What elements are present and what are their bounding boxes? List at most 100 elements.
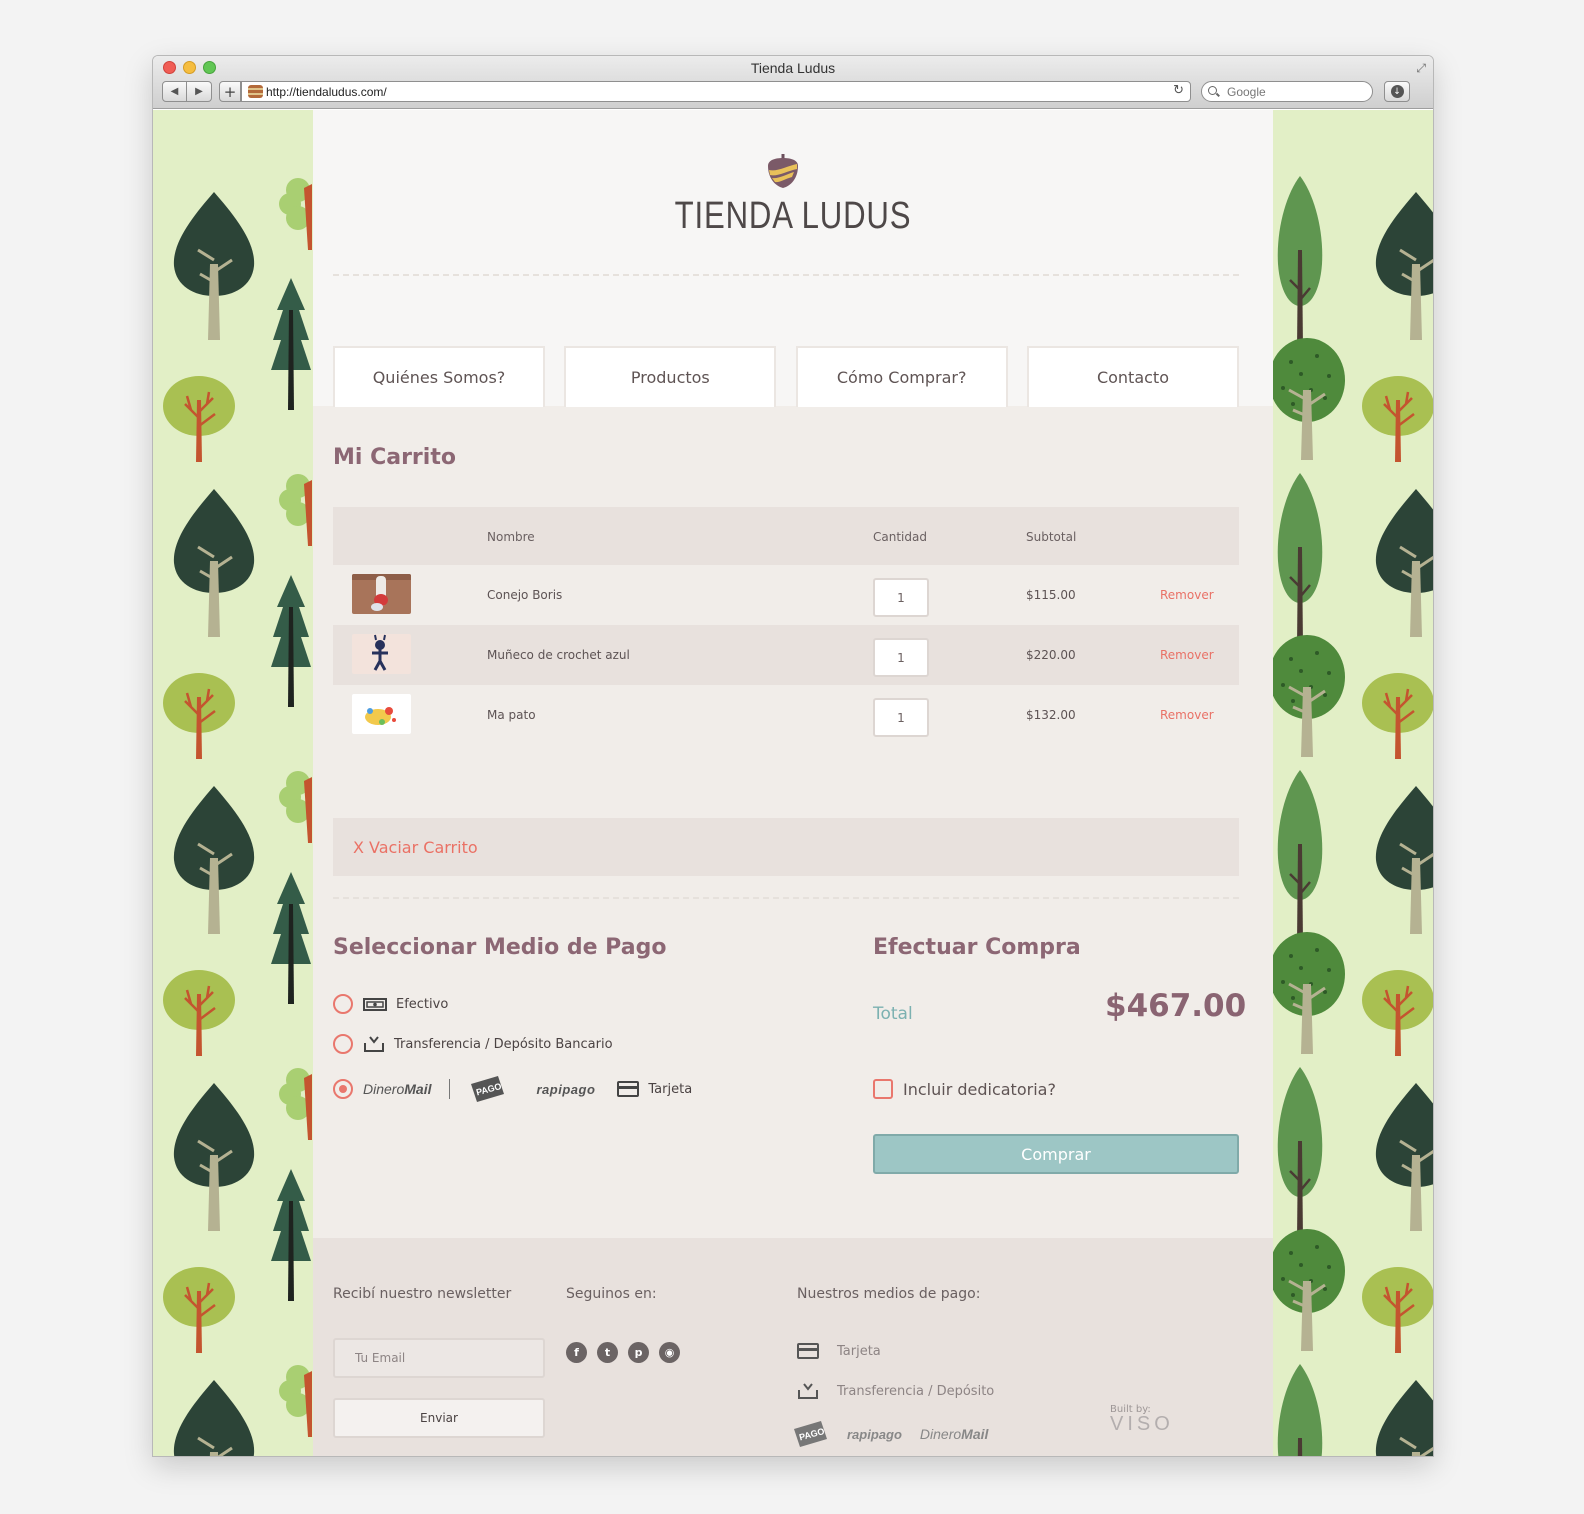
footer-payment-label: Transferencia / Depósito	[837, 1383, 995, 1399]
rss-icon[interactable]: ◉	[659, 1342, 680, 1363]
rapipago-logo: rapipago	[536, 1081, 596, 1097]
footer-payment-tarjeta: Tarjeta	[797, 1343, 881, 1359]
nav-productos[interactable]: Productos	[564, 346, 777, 407]
cart-table-header: Nombre Cantidad Subtotal	[333, 507, 1239, 565]
remove-item-button[interactable]: Remover	[1160, 708, 1214, 722]
back-button[interactable]: ◀	[162, 81, 187, 102]
empty-cart-button[interactable]: X Vaciar Carrito	[353, 838, 478, 857]
section-divider	[333, 897, 1239, 899]
nav-quienes-somos[interactable]: Quiénes Somos?	[333, 346, 545, 407]
nav-contacto[interactable]: Contacto	[1026, 346, 1239, 407]
dineromail-part-b: Mail	[404, 1081, 432, 1097]
radio-tarjeta[interactable]	[333, 1079, 353, 1099]
quantity-input[interactable]: 1	[873, 698, 929, 737]
site-favicon-icon	[248, 85, 263, 98]
dineromail-logo: DineroMail	[920, 1426, 988, 1442]
product-thumbnail[interactable]	[352, 634, 411, 674]
radio-transferencia[interactable]	[333, 1034, 353, 1054]
product-subtotal: $115.00	[1026, 588, 1076, 602]
product-subtotal: $220.00	[1026, 648, 1076, 662]
tree-pattern-left	[161, 178, 312, 1456]
product-subtotal: $132.00	[1026, 708, 1076, 722]
checkout-title: Efectuar Compra	[873, 935, 1081, 960]
dineromail-part-b: Mail	[961, 1426, 989, 1442]
main-nav: Quiénes Somos? Productos Cómo Comprar? C…	[333, 346, 1239, 407]
payment-option-efectivo[interactable]: Efectivo	[333, 994, 448, 1014]
dineromail-part-a: Dinero	[363, 1081, 405, 1097]
footer-payment-brands: PAGO rapipago DineroMail	[791, 1419, 988, 1449]
tree-pattern-right	[1273, 174, 1433, 1456]
built-by-credit[interactable]: Built by: VISO	[1110, 1404, 1174, 1436]
history-buttons: ◀ ▶	[162, 81, 212, 102]
remove-item-button[interactable]: Remover	[1160, 648, 1214, 662]
credit-card-icon	[797, 1343, 837, 1359]
window-title: Tienda Ludus	[750, 60, 836, 76]
product-thumbnail[interactable]	[352, 694, 411, 734]
nav-como-comprar[interactable]: Cómo Comprar?	[795, 346, 1008, 407]
cash-icon	[363, 996, 387, 1012]
address-bar[interactable]: http://tiendaludus.com/ ↻	[241, 81, 1191, 102]
search-field[interactable]: Google	[1201, 81, 1373, 102]
builder-name: VISO	[1110, 1413, 1174, 1435]
credit-card-icon	[617, 1081, 640, 1097]
reload-icon[interactable]: ↻	[1173, 83, 1184, 98]
bank-transfer-icon	[363, 1035, 385, 1053]
payment-label-efectivo: Efectivo	[396, 996, 449, 1012]
footer-payment-label: Tarjeta	[837, 1343, 881, 1359]
product-name[interactable]: Muñeco de crochet azul	[487, 648, 630, 662]
product-name[interactable]: Ma pato	[487, 708, 536, 722]
footer-payment-transferencia: Transferencia / Depósito	[797, 1382, 994, 1400]
search-placeholder: Google	[1227, 84, 1266, 99]
newsletter-send-button[interactable]: Enviar	[333, 1398, 545, 1438]
bank-transfer-icon	[797, 1382, 837, 1400]
newsletter-email-input[interactable]	[333, 1338, 545, 1378]
forest-pattern-left	[153, 110, 313, 1456]
site-header: TIENDA LUDUS Quiénes Somos? Productos Có…	[313, 110, 1273, 407]
forest-pattern-right	[1273, 110, 1433, 1456]
column-header-qty: Cantidad	[873, 530, 927, 544]
dineromail-part-a: Dinero	[919, 1426, 962, 1442]
forward-button[interactable]: ▶	[187, 81, 212, 102]
column-header-subtotal: Subtotal	[1026, 530, 1077, 544]
header-divider	[333, 274, 1239, 276]
cart-table: Nombre Cantidad Subtotal Conejo Boris 1 …	[333, 507, 1239, 745]
brand-separator	[449, 1079, 451, 1099]
twitter-icon[interactable]: t	[597, 1342, 618, 1363]
pinterest-icon[interactable]: p	[628, 1342, 649, 1363]
product-name[interactable]: Conejo Boris	[487, 588, 562, 602]
payment-label-transferencia: Transferencia / Depósito Bancario	[394, 1036, 613, 1052]
facebook-icon[interactable]: f	[566, 1342, 587, 1363]
dedication-label: Incluir dedicatoria?	[903, 1079, 1056, 1099]
payment-title: Seleccionar Medio de Pago	[333, 935, 667, 960]
table-row: Muñeco de crochet azul 1 $220.00 Remover	[333, 625, 1239, 685]
table-row: Ma pato 1 $132.00 Remover	[333, 685, 1239, 745]
rapipago-logo: rapipago	[847, 1426, 902, 1442]
column-header-name: Nombre	[487, 530, 535, 544]
payment-option-tarjeta[interactable]: DineroMail PAGO rapipago Tarjeta	[333, 1074, 692, 1104]
buy-button[interactable]: Comprar	[873, 1134, 1239, 1174]
search-icon	[1207, 85, 1227, 99]
site-footer: Recibí nuestro newsletter Enviar Seguino…	[313, 1238, 1273, 1456]
browser-window: Tienda Ludus ⤢ ◀ ▶ + http://tiendaludus.…	[153, 56, 1433, 1456]
fullscreen-icon[interactable]: ⤢	[1416, 61, 1426, 76]
dedication-option[interactable]: Incluir dedicatoria?	[873, 1079, 1056, 1099]
quantity-input[interactable]: 1	[873, 578, 929, 617]
newsletter-title: Recibí nuestro newsletter	[333, 1286, 512, 1302]
radio-efectivo[interactable]	[333, 994, 353, 1014]
page-content: TIENDA LUDUS Quiénes Somos? Productos Có…	[313, 110, 1273, 1456]
payment-option-transferencia[interactable]: Transferencia / Depósito Bancario	[333, 1034, 613, 1054]
remove-item-button[interactable]: Remover	[1160, 588, 1214, 602]
product-thumbnail[interactable]	[352, 574, 411, 614]
downloads-button[interactable]: ↓	[1384, 81, 1410, 102]
pagofacil-logo: PAGO	[794, 1421, 827, 1447]
dedication-checkbox[interactable]	[873, 1079, 893, 1099]
download-icon: ↓	[1390, 85, 1404, 98]
quantity-input[interactable]: 1	[873, 638, 929, 677]
browser-toolbar: Tienda Ludus ⤢ ◀ ▶ + http://tiendaludus.…	[153, 56, 1433, 109]
url-text[interactable]: http://tiendaludus.com/	[266, 85, 387, 99]
total-label: Total	[873, 1004, 913, 1024]
payment-label-tarjeta: Tarjeta	[648, 1081, 693, 1097]
follow-title: Seguinos en:	[566, 1286, 657, 1302]
add-bookmark-button[interactable]: +	[219, 81, 241, 102]
logo-text[interactable]: TIENDA LUDUS	[399, 195, 1186, 238]
